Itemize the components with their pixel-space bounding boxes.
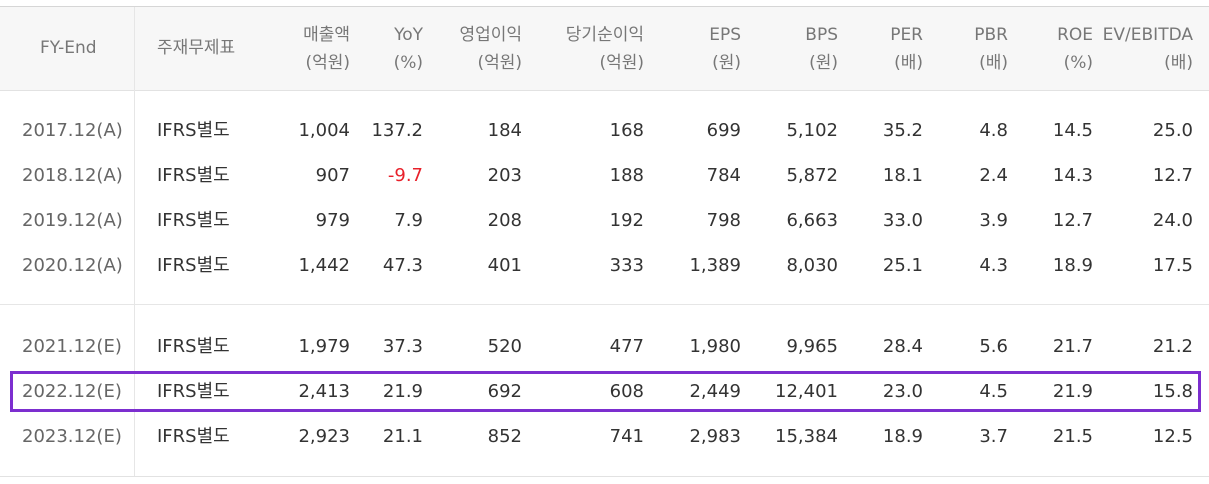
cell-bps: 15,384: [775, 426, 838, 447]
cell-bps: 6,663: [786, 210, 838, 231]
cell-yoy: 47.3: [382, 255, 423, 276]
cell-fy-end: 2020.12(A): [22, 255, 123, 276]
table-row: 2018.12(A) IFRS별도 907 -9.7 203 188 784 5…: [0, 161, 1209, 191]
table-row: 2017.12(A) IFRS별도 1,004 137.2 184 168 69…: [0, 116, 1209, 146]
header-fy-end: FY-End: [40, 38, 97, 58]
table-row: 2019.12(A) IFRS별도 979 7.9 208 192 798 6,…: [0, 206, 1209, 236]
cell-roe: 14.5: [1052, 120, 1093, 141]
cell-net-income: 333: [609, 255, 644, 276]
cell-per: 18.9: [882, 426, 923, 447]
cell-yoy: 137.2: [371, 120, 423, 141]
cell-eps: 784: [706, 165, 741, 186]
cell-pbr: 4.8: [979, 120, 1008, 141]
cell-sales: 907: [315, 165, 350, 186]
cell-ev-ebitda: 24.0: [1152, 210, 1193, 231]
cell-ev-ebitda: 12.7: [1152, 165, 1193, 186]
cell-sales: 1,979: [298, 336, 350, 357]
cell-operating-profit: 852: [487, 426, 522, 447]
header-divider: [0, 90, 1209, 91]
cell-roe: 12.7: [1052, 210, 1093, 231]
cell-roe: 14.3: [1052, 165, 1093, 186]
header-ev-ebitda: EV/EBITDA (배): [1102, 25, 1193, 73]
header-per: PER (배): [890, 25, 923, 73]
cell-operating-profit: 520: [487, 336, 522, 357]
header-yoy: YoY (%): [393, 25, 423, 73]
cell-roe: 21.7: [1052, 336, 1093, 357]
cell-eps: 2,983: [689, 426, 741, 447]
table-row: 2020.12(A) IFRS별도 1,442 47.3 401 333 1,3…: [0, 251, 1209, 281]
cell-eps: 1,980: [689, 336, 741, 357]
cell-sales: 1,004: [298, 120, 350, 141]
table-row: 2021.12(E) IFRS별도 1,979 37.3 520 477 1,9…: [0, 332, 1209, 362]
header-eps: EPS (원): [709, 25, 741, 73]
header-net-income: 당기순이익 (억원): [565, 25, 644, 73]
cell-per: 28.4: [882, 336, 923, 357]
cell-operating-profit: 203: [487, 165, 522, 186]
cell-yoy: 7.9: [394, 210, 423, 231]
cell-sales: 2,923: [298, 426, 350, 447]
cell-ev-ebitda: 21.2: [1152, 336, 1193, 357]
cell-bps: 5,102: [786, 120, 838, 141]
cell-yoy-negative: -9.7: [387, 165, 423, 186]
financial-summary-table: FY-End 주재무제표 매출액 (억원) YoY (%) 영업이익 (억원) …: [0, 0, 1209, 484]
cell-per: 18.1: [882, 165, 923, 186]
cell-eps: 1,389: [689, 255, 741, 276]
cell-fy-end: 2017.12(A): [22, 120, 123, 141]
cell-bps: 9,965: [786, 336, 838, 357]
cell-eps: 798: [706, 210, 741, 231]
header-bps: BPS (원): [805, 25, 838, 73]
cell-ev-ebitda: 12.5: [1152, 426, 1193, 447]
cell-sales: 979: [315, 210, 350, 231]
cell-fy-end: 2021.12(E): [22, 336, 122, 357]
cell-yoy: 21.1: [382, 426, 423, 447]
cell-bps: 5,872: [786, 165, 838, 186]
row-highlight-box: [10, 371, 1201, 412]
cell-ev-ebitda: 25.0: [1152, 120, 1193, 141]
cell-net-income: 168: [609, 120, 644, 141]
cell-pbr: 4.3: [979, 255, 1008, 276]
cell-pbr: 3.7: [979, 426, 1008, 447]
cell-statement-type: IFRS별도: [157, 426, 230, 447]
header-statement-type: 주재무제표: [157, 38, 236, 58]
header-roe: ROE (%): [1057, 25, 1093, 73]
cell-pbr: 5.6: [979, 336, 1008, 357]
cell-statement-type: IFRS별도: [157, 165, 230, 186]
cell-operating-profit: 208: [487, 210, 522, 231]
cell-operating-profit: 401: [487, 255, 522, 276]
header-operating-profit: 영업이익 (억원): [459, 25, 522, 73]
cell-operating-profit: 184: [487, 120, 522, 141]
cell-fy-end: 2023.12(E): [22, 426, 122, 447]
header-pbr: PBR (배): [974, 25, 1008, 73]
table-row: 2023.12(E) IFRS별도 2,923 21.1 852 741 2,9…: [0, 422, 1209, 452]
cell-statement-type: IFRS별도: [157, 336, 230, 357]
cell-fy-end: 2019.12(A): [22, 210, 123, 231]
cell-fy-end: 2018.12(A): [22, 165, 123, 186]
cell-net-income: 192: [609, 210, 644, 231]
table-bottom-border: [0, 476, 1209, 477]
cell-ev-ebitda: 17.5: [1152, 255, 1193, 276]
cell-statement-type: IFRS별도: [157, 255, 230, 276]
cell-yoy: 37.3: [382, 336, 423, 357]
cell-statement-type: IFRS별도: [157, 120, 230, 141]
cell-statement-type: IFRS별도: [157, 210, 230, 231]
cell-net-income: 741: [609, 426, 644, 447]
cell-per: 35.2: [882, 120, 923, 141]
cell-per: 25.1: [882, 255, 923, 276]
cell-net-income: 188: [609, 165, 644, 186]
cell-roe: 21.5: [1052, 426, 1093, 447]
cell-bps: 8,030: [786, 255, 838, 276]
cell-per: 33.0: [882, 210, 923, 231]
cell-net-income: 477: [609, 336, 644, 357]
cell-pbr: 2.4: [979, 165, 1008, 186]
cell-roe: 18.9: [1052, 255, 1093, 276]
cell-sales: 1,442: [298, 255, 350, 276]
actual-estimate-separator: [0, 304, 1209, 305]
cell-pbr: 3.9: [979, 210, 1008, 231]
header-sales: 매출액 (억원): [303, 25, 350, 73]
cell-eps: 699: [706, 120, 741, 141]
